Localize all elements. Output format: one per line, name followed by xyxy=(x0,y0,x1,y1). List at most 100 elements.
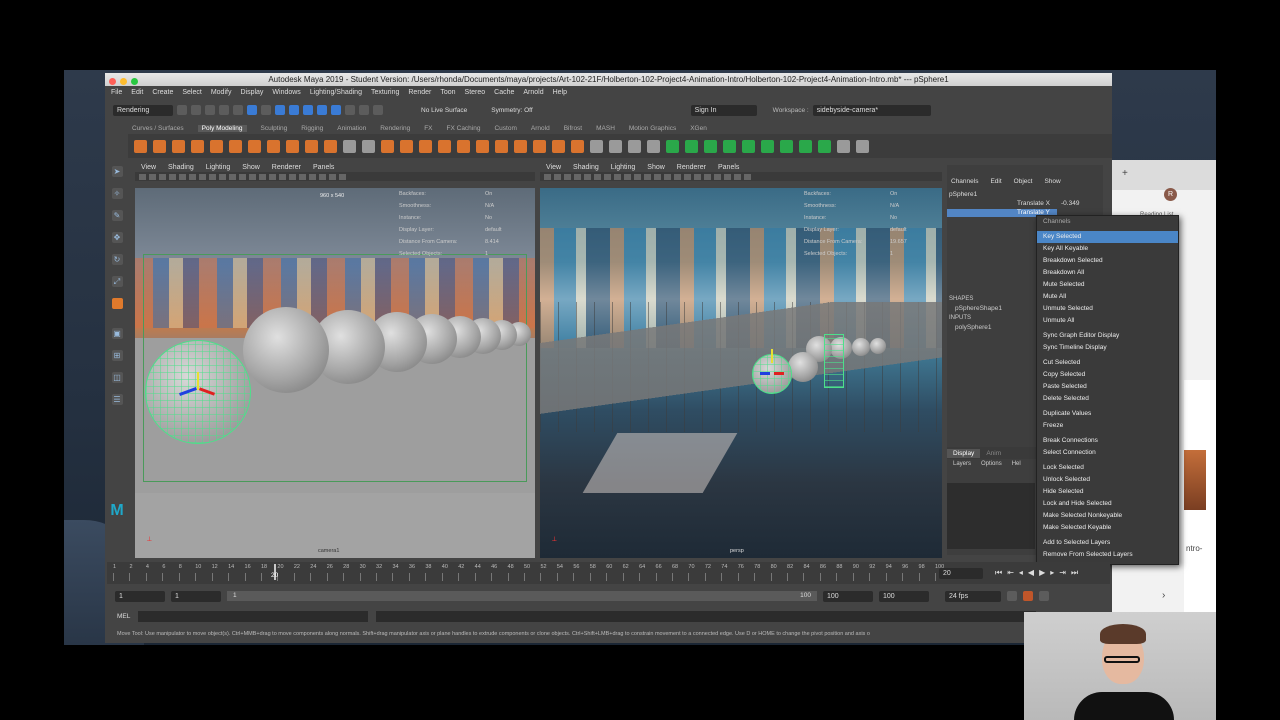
vp-right-menu-view[interactable]: View xyxy=(546,164,561,171)
shelf-tab-motion-graphics[interactable]: Motion Graphics xyxy=(629,125,676,132)
camera-attributes-icon[interactable] xyxy=(149,173,156,180)
close-window-button[interactable] xyxy=(109,78,116,85)
multi-cut-icon[interactable] xyxy=(590,139,603,153)
open-scene-icon[interactable] xyxy=(191,105,201,115)
layer-menu-layers[interactable]: Layers xyxy=(953,461,971,467)
shelf-tab-fx-caching[interactable]: FX Caching xyxy=(447,125,481,132)
input-node-name[interactable]: polySphere1 xyxy=(955,324,992,331)
menu-cache[interactable]: Cache xyxy=(494,89,514,96)
select-by-component-icon[interactable] xyxy=(275,105,285,115)
menu-item-lock-selected[interactable]: Lock Selected xyxy=(1037,462,1178,474)
uv-snapshot-icon[interactable] xyxy=(818,139,831,153)
channel-box-menu-object[interactable]: Object xyxy=(1014,178,1033,185)
menu-select[interactable]: Select xyxy=(182,89,201,96)
playback-end-field[interactable]: 100 xyxy=(823,590,873,602)
menu-item-lock-and-hide-selected[interactable]: Lock and Hide Selected xyxy=(1037,498,1178,510)
vp-right-menu-panels[interactable]: Panels xyxy=(718,164,739,171)
xray-icon[interactable] xyxy=(339,173,346,180)
extrude-icon[interactable] xyxy=(419,139,432,153)
shelf-tab-curves-surfaces[interactable]: Curves / Surfaces xyxy=(132,125,184,132)
shelf-tab-bifrost[interactable]: Bifrost xyxy=(564,125,582,132)
sphere[interactable] xyxy=(788,352,818,382)
film-gate-icon[interactable] xyxy=(189,173,196,180)
new-scene-icon[interactable] xyxy=(177,105,187,115)
poly-cylinder-icon[interactable] xyxy=(172,139,185,153)
separate-icon[interactable] xyxy=(362,139,375,153)
new-tab-icon[interactable]: + xyxy=(1122,168,1128,179)
append-polygon-icon[interactable] xyxy=(514,139,527,153)
shelf-tab-sculpting[interactable]: Sculpting xyxy=(261,125,288,132)
sign-in-button[interactable]: Sign In xyxy=(690,104,757,116)
menu-item-mute-all[interactable]: Mute All xyxy=(1037,291,1178,303)
gate-mask-icon[interactable] xyxy=(209,173,216,180)
snap-to-view-plane-icon[interactable] xyxy=(331,105,341,115)
safe-action-icon[interactable] xyxy=(229,173,236,180)
four-pane-layout-icon[interactable]: ⊞ xyxy=(111,350,123,361)
layer-menu-options[interactable]: Options xyxy=(981,461,1002,467)
shelf-tab-rendering[interactable]: Rendering xyxy=(380,125,410,132)
move-manipulator-y-axis[interactable] xyxy=(771,349,773,363)
fps-dropdown[interactable]: 24 fps xyxy=(945,590,1001,602)
menu-stereo[interactable]: Stereo xyxy=(465,89,486,96)
menu-item-key-selected[interactable]: Key Selected xyxy=(1037,231,1178,243)
anim-prefs-icon[interactable] xyxy=(1039,591,1049,601)
ambient-occlusion-icon[interactable] xyxy=(299,173,306,180)
step-forward-key-icon[interactable]: ⇥ xyxy=(1059,568,1066,578)
ipr-render-icon[interactable] xyxy=(359,105,369,115)
isolate-select-icon[interactable] xyxy=(734,173,741,180)
animation-end-field[interactable]: 100 xyxy=(879,590,929,602)
paint-select-tool-icon[interactable]: ✎ xyxy=(111,210,123,221)
layer-menu-help[interactable]: Hel xyxy=(1012,461,1021,467)
poly-sphere-icon[interactable] xyxy=(134,139,147,153)
mel-input[interactable] xyxy=(138,610,369,622)
field-chart-icon[interactable] xyxy=(624,173,631,180)
safe-title-icon[interactable] xyxy=(644,173,651,180)
menu-item-make-selected-keyable[interactable]: Make Selected Keyable xyxy=(1037,522,1178,534)
menu-item-paste-selected[interactable]: Paste Selected xyxy=(1037,381,1178,393)
uv-planar-icon[interactable] xyxy=(666,139,679,153)
menu-lighting-shading[interactable]: Lighting/Shading xyxy=(310,89,362,96)
smooth-shade-icon[interactable] xyxy=(259,173,266,180)
loop-icon[interactable] xyxy=(1007,591,1017,601)
time-slider[interactable]: 1 2 4 6 8 10 12 14 16 18 20 22 24 26 28 30 32 34 36 38 40 42 4… xyxy=(107,562,1110,584)
bevel-icon[interactable] xyxy=(457,139,470,153)
play-backwards-icon[interactable]: ◀ xyxy=(1028,568,1034,578)
menu-item-select-connection[interactable]: Select Connection xyxy=(1037,447,1178,459)
auto-key-icon[interactable] xyxy=(1023,591,1033,601)
safe-title-icon[interactable] xyxy=(239,173,246,180)
viewport-right[interactable]: View Shading Lighting Show Renderer Pane… xyxy=(540,162,942,558)
vp-left-menu-panels[interactable]: Panels xyxy=(313,164,334,171)
image-plane-icon[interactable] xyxy=(169,173,176,180)
bridge-edge-icon[interactable] xyxy=(476,139,489,153)
collapse-icon[interactable] xyxy=(571,139,584,153)
menu-item-sync-timeline-display[interactable]: Sync Timeline Display xyxy=(1037,342,1178,354)
poly-cone-icon[interactable] xyxy=(191,139,204,153)
shape-node-name[interactable]: pSphereShape1 xyxy=(955,305,1002,312)
isolate-select-icon[interactable] xyxy=(329,173,336,180)
undo-icon[interactable] xyxy=(219,105,229,115)
film-gate-icon[interactable] xyxy=(594,173,601,180)
boolean-icon[interactable] xyxy=(400,139,413,153)
shelf-tab-fx[interactable]: FX xyxy=(424,125,432,132)
move-manipulator-z-axis[interactable] xyxy=(760,372,770,375)
textured-icon[interactable] xyxy=(674,173,681,180)
step-forward-frame-icon[interactable]: ▸ xyxy=(1050,568,1054,578)
current-frame-field[interactable]: 20 xyxy=(939,568,983,579)
chevron-right-icon[interactable]: › xyxy=(1162,590,1165,601)
shadows-icon[interactable] xyxy=(289,173,296,180)
wireframe-icon[interactable] xyxy=(654,173,661,180)
super-shape-icon[interactable] xyxy=(286,139,299,153)
svg-icon[interactable] xyxy=(324,139,337,153)
sphere[interactable] xyxy=(243,307,329,393)
minimize-window-button[interactable] xyxy=(120,78,127,85)
menu-file[interactable]: File xyxy=(111,89,122,96)
shadows-icon[interactable] xyxy=(694,173,701,180)
resolution-gate-icon[interactable] xyxy=(199,173,206,180)
move-manipulator-x-axis[interactable] xyxy=(774,372,784,375)
field-chart-icon[interactable] xyxy=(219,173,226,180)
shelf-tab-animation[interactable]: Animation xyxy=(337,125,366,132)
poly-text-icon[interactable] xyxy=(305,139,318,153)
redo-icon[interactable] xyxy=(233,105,243,115)
menu-item-break-connections[interactable]: Break Connections xyxy=(1037,435,1178,447)
vp-left-menu-view[interactable]: View xyxy=(141,164,156,171)
